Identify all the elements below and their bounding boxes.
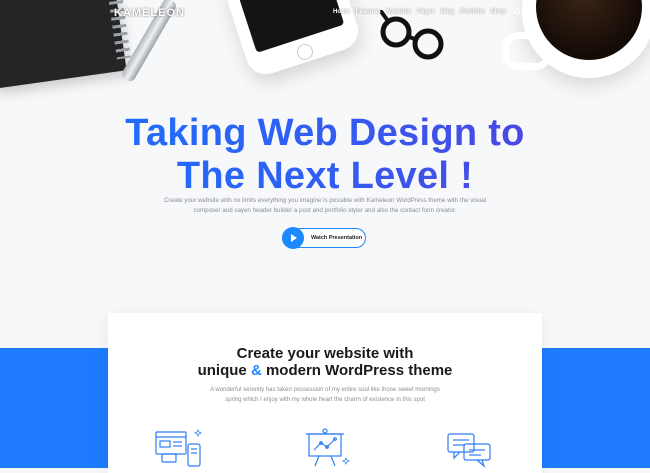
watch-presentation-button[interactable]: Watch Presentation xyxy=(282,227,366,249)
section-subtitle-line1: A wonderful serenity has taken possessio… xyxy=(210,387,440,393)
section-subtitle-line2: spring which I enjoy with my whole heart… xyxy=(225,397,425,403)
notebook-image xyxy=(0,0,131,89)
section-title-rest: modern WordPress theme xyxy=(265,362,453,379)
responsive-devices-icon xyxy=(155,429,202,467)
nav-item-features[interactable]: Features xyxy=(356,9,381,15)
hero-headline-line2: The Next Level ! xyxy=(176,155,474,197)
nav-item-shop[interactable]: Shop xyxy=(491,9,506,15)
section-title: Create your website with unique & modern… xyxy=(108,345,542,379)
hero-intro-line1: Create your website with no limits every… xyxy=(163,197,487,204)
nav-item-modules[interactable]: Modules xyxy=(387,9,411,15)
menu-icon[interactable] xyxy=(526,9,534,15)
nav-item-portfolio[interactable]: Portfolio xyxy=(460,9,485,15)
nav-item-home[interactable]: Home xyxy=(333,9,350,15)
nav-item-pages[interactable]: Pages xyxy=(417,9,435,15)
brand-logo[interactable]: KAMELEON xyxy=(114,7,185,19)
section-title-ampersand: & xyxy=(250,362,262,379)
features-card: Create your website with unique & modern… xyxy=(108,313,542,473)
chat-bubbles-icon xyxy=(447,433,491,468)
hero-intro-line2: composer and sayen header builder a post… xyxy=(193,207,457,214)
section-title-line1: Create your website with xyxy=(236,345,414,362)
main-nav: Home Features Modules Pages Blog Portfol… xyxy=(333,9,506,15)
coffee-mug-image xyxy=(502,0,650,78)
hero-section: KAMELEON Home Features Modules Pages Blo… xyxy=(0,0,650,348)
nav-item-blog[interactable]: Blog xyxy=(441,9,454,15)
hero-headline-line1: Taking Web Design to xyxy=(125,112,525,154)
hero-intro: Create your website with no limits every… xyxy=(120,196,530,216)
search-icon[interactable] xyxy=(514,8,522,16)
section-title-unique: unique xyxy=(197,362,247,379)
presentation-chart-icon xyxy=(306,428,350,467)
hero-headline: Taking Web Design to The Next Level ! xyxy=(0,112,650,198)
section-subtitle: A wonderful serenity has taken possessio… xyxy=(188,385,462,405)
play-icon[interactable] xyxy=(282,227,304,249)
glasses-image xyxy=(380,10,444,60)
watch-presentation-label: Watch Presentation xyxy=(311,235,363,241)
